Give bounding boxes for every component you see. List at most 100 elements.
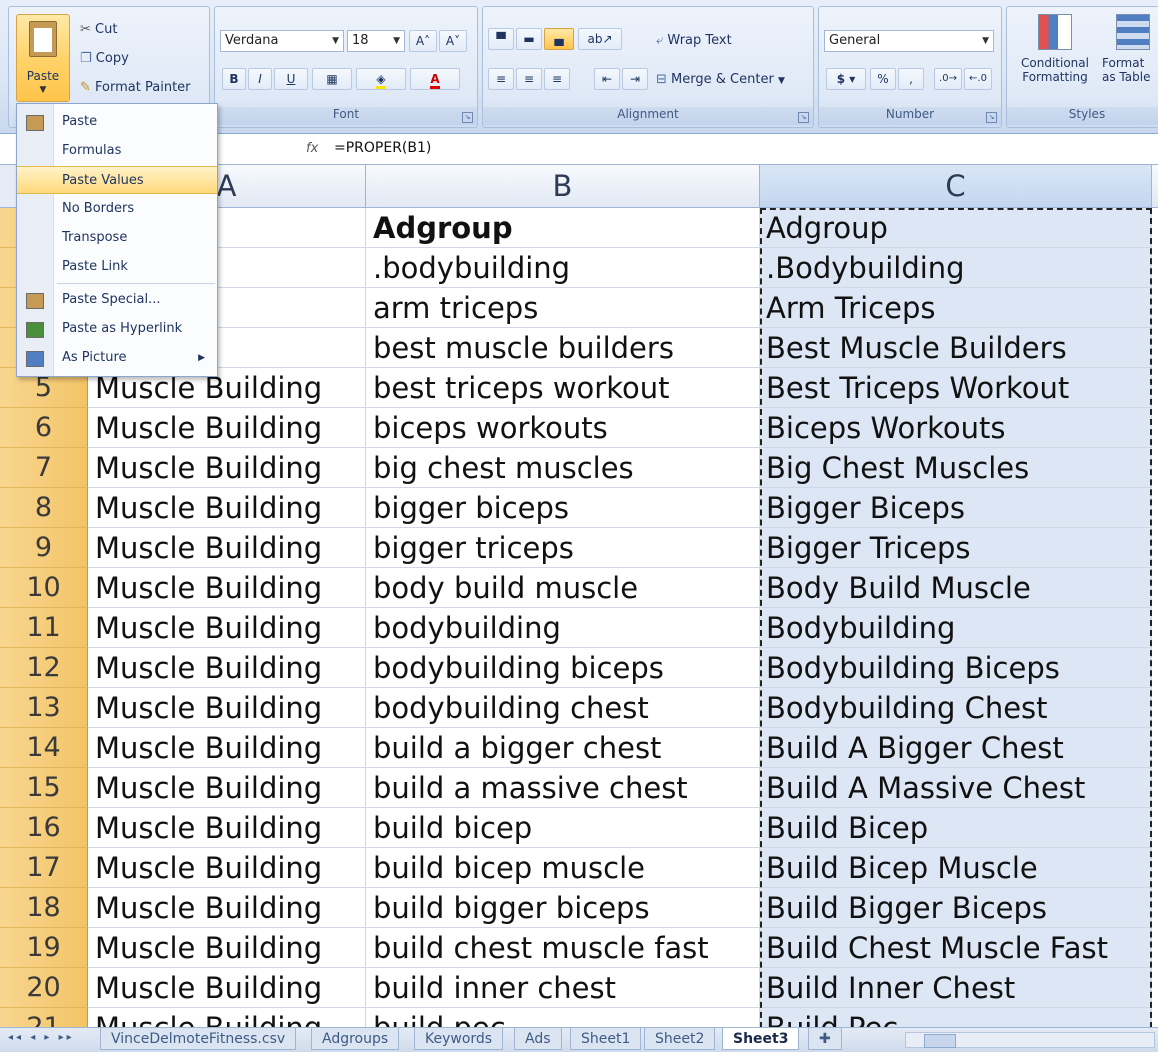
align-center-button[interactable]: ≡: [516, 68, 542, 90]
row-header[interactable]: 16: [0, 808, 88, 848]
cell-a[interactable]: Muscle Building: [88, 568, 366, 608]
grow-font-button[interactable]: A˄: [409, 30, 437, 52]
increase-decimal-button[interactable]: .0→: [934, 68, 962, 90]
row-header[interactable]: 17: [0, 848, 88, 888]
cell-c[interactable]: Arm Triceps: [760, 288, 1152, 328]
row-header[interactable]: 9: [0, 528, 88, 568]
fill-color-button[interactable]: ◈: [356, 68, 406, 90]
decrease-indent-button[interactable]: ⇤: [594, 68, 620, 90]
row-header[interactable]: 20: [0, 968, 88, 1008]
row-header[interactable]: 10: [0, 568, 88, 608]
align-middle-button[interactable]: ▬: [516, 28, 542, 50]
menu-item-paste-as-hyperlink[interactable]: Paste as Hyperlink: [17, 315, 217, 343]
column-header-d[interactable]: [1152, 165, 1158, 208]
cell-b[interactable]: body build muscle: [366, 568, 760, 608]
underline-button[interactable]: U: [274, 68, 308, 90]
align-bottom-button[interactable]: ▄: [544, 28, 574, 50]
row-header[interactable]: 11: [0, 608, 88, 648]
cell-b[interactable]: build bicep: [366, 808, 760, 848]
sheet-tab[interactable]: VinceDelmoteFitness.csv: [100, 1028, 297, 1050]
cell-b[interactable]: bigger triceps: [366, 528, 760, 568]
row-header[interactable]: 19: [0, 928, 88, 968]
cell-a[interactable]: Muscle Building: [88, 688, 366, 728]
conditional-formatting-button[interactable]: Conditional Formatting: [1012, 14, 1098, 84]
cell-b[interactable]: bigger biceps: [366, 488, 760, 528]
cell-b[interactable]: arm triceps: [366, 288, 760, 328]
row-header[interactable]: 12: [0, 648, 88, 688]
format-as-table-button[interactable]: Format as Table: [1102, 14, 1158, 84]
alignment-dialog-launcher-icon[interactable]: ↘: [798, 112, 809, 123]
cell-c[interactable]: Body Build Muscle: [760, 568, 1152, 608]
cell-a[interactable]: Muscle Building: [88, 488, 366, 528]
menu-item-no-borders[interactable]: No Borders: [17, 195, 217, 223]
cell-c[interactable]: Build Bicep Muscle: [760, 848, 1152, 888]
menu-item-paste-link[interactable]: Paste Link: [17, 253, 217, 281]
align-top-button[interactable]: ▀: [488, 28, 514, 50]
font-name-select[interactable]: Verdana ▼: [220, 30, 344, 52]
currency-button[interactable]: $ ▾: [826, 68, 866, 90]
cell-c[interactable]: Best Triceps Workout: [760, 368, 1152, 408]
sheet-tab[interactable]: Sheet3: [722, 1028, 800, 1050]
cell-b[interactable]: build a bigger chest: [366, 728, 760, 768]
sheet-tab[interactable]: Sheet2: [644, 1028, 716, 1050]
cell-c[interactable]: Best Muscle Builders: [760, 328, 1152, 368]
menu-item-paste-special[interactable]: Paste Special...: [17, 286, 217, 314]
menu-item-as-picture[interactable]: As Picture ▶: [17, 344, 217, 372]
row-header[interactable]: 8: [0, 488, 88, 528]
function-icon[interactable]: fx: [306, 141, 318, 156]
menu-item-transpose[interactable]: Transpose: [17, 224, 217, 252]
cell-c[interactable]: Adgroup: [760, 208, 1152, 248]
cut-button[interactable]: ✂ Cut: [80, 22, 117, 37]
borders-button[interactable]: ▦: [312, 68, 352, 90]
paste-button[interactable]: Paste ▼: [16, 14, 70, 102]
cell-b[interactable]: bodybuilding biceps: [366, 648, 760, 688]
merge-center-button[interactable]: ⊟ Merge & Center ▼: [656, 72, 785, 87]
cell-a[interactable]: Muscle Building: [88, 448, 366, 488]
cell-b[interactable]: build pec: [366, 1008, 760, 1027]
number-format-select[interactable]: General ▼: [824, 30, 994, 52]
insert-sheet-icon[interactable]: ✚: [808, 1028, 842, 1050]
font-size-select[interactable]: 18 ▼: [347, 30, 405, 52]
menu-item-paste-values[interactable]: Paste Values: [17, 166, 217, 194]
wrap-text-button[interactable]: ⤶ Wrap Text: [656, 33, 732, 48]
row-header[interactable]: 6: [0, 408, 88, 448]
cell-c[interactable]: Build Pec: [760, 1008, 1152, 1027]
cell-a[interactable]: Muscle Building: [88, 768, 366, 808]
menu-item-formulas[interactable]: Formulas: [17, 137, 217, 165]
comma-button[interactable]: ,: [898, 68, 924, 90]
cell-b[interactable]: bodybuilding: [366, 608, 760, 648]
cell-a[interactable]: Muscle Building: [88, 928, 366, 968]
cell-a[interactable]: Muscle Building: [88, 848, 366, 888]
cell-b[interactable]: biceps workouts: [366, 408, 760, 448]
cell-b[interactable]: big chest muscles: [366, 448, 760, 488]
cell-c[interactable]: Build Bigger Biceps: [760, 888, 1152, 928]
cell-a[interactable]: Muscle Building: [88, 528, 366, 568]
number-dialog-launcher-icon[interactable]: ↘: [986, 112, 997, 123]
format-painter-button[interactable]: ✎ Format Painter: [80, 80, 191, 95]
cell-c[interactable]: Bigger Triceps: [760, 528, 1152, 568]
cell-a[interactable]: Muscle Building: [88, 728, 366, 768]
cell-c[interactable]: Bigger Biceps: [760, 488, 1152, 528]
formula-input[interactable]: =PROPER(B1): [334, 140, 431, 156]
cell-c[interactable]: Build A Massive Chest: [760, 768, 1152, 808]
sheet-tab[interactable]: Sheet1: [570, 1028, 642, 1050]
row-header[interactable]: 7: [0, 448, 88, 488]
horizontal-scrollbar[interactable]: [905, 1032, 1155, 1048]
sheet-nav-buttons[interactable]: ◂◂ ◂ ▸ ▸▸: [8, 1032, 75, 1043]
column-header-b[interactable]: B: [366, 165, 760, 208]
cell-a[interactable]: Muscle Building: [88, 608, 366, 648]
italic-button[interactable]: I: [248, 68, 272, 90]
row-header[interactable]: 14: [0, 728, 88, 768]
cell-c[interactable]: .Bodybuilding: [760, 248, 1152, 288]
cell-b[interactable]: build inner chest: [366, 968, 760, 1008]
cell-c[interactable]: Bodybuilding Biceps: [760, 648, 1152, 688]
cell-b[interactable]: build a massive chest: [366, 768, 760, 808]
decrease-decimal-button[interactable]: ←.0: [964, 68, 992, 90]
cell-b[interactable]: build chest muscle fast: [366, 928, 760, 968]
orientation-button[interactable]: ab↗: [578, 28, 622, 50]
align-right-button[interactable]: ≡: [544, 68, 570, 90]
cell-b[interactable]: .bodybuilding: [366, 248, 760, 288]
menu-item-paste[interactable]: Paste: [17, 108, 217, 136]
cell-c[interactable]: Build A Bigger Chest: [760, 728, 1152, 768]
cell-a[interactable]: Muscle Building: [88, 1008, 366, 1027]
